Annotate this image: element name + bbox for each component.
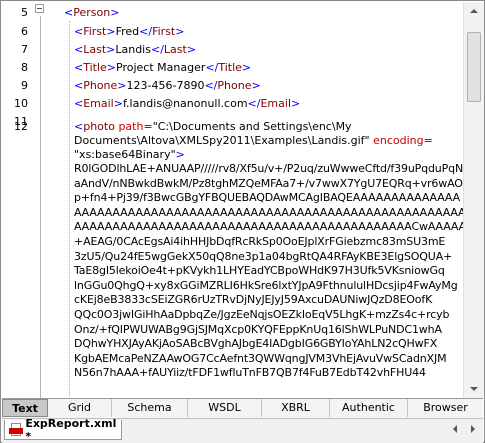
line-number: 7	[21, 43, 28, 56]
attribute-value: Documents\Altova\XMLSpy2011\Examples\Lan…	[74, 134, 370, 147]
fold-margin	[34, 2, 48, 398]
person-open-tag-line: <Person>	[64, 6, 119, 19]
vertical-scrollbar[interactable]	[463, 2, 484, 398]
element-name: First	[83, 25, 107, 38]
scrollbar-thumb[interactable]	[467, 32, 481, 102]
bracket: >	[175, 148, 185, 161]
element-name: Title	[218, 61, 242, 74]
line-number-gutter: 5 6 7 8 9 10 11 12	[2, 2, 34, 398]
arrow-left-icon	[453, 425, 457, 433]
element-name: Phone	[217, 79, 252, 92]
email-element-line: <Email>f.landis@nanonull.com</Email>	[74, 97, 301, 110]
line-number: 9	[21, 79, 28, 92]
tab-schema[interactable]: Schema	[112, 399, 188, 417]
next-tab-button[interactable]	[467, 423, 479, 435]
base64-line: Onz/+fQIPWUWABg9GjSJMqXcp0KYQFEppKnUq16l…	[74, 322, 442, 336]
phone-element-line: <Phone>123-456-7890</Phone>	[74, 79, 261, 92]
element-name: Email	[83, 97, 114, 110]
bracket: <	[64, 6, 74, 19]
arrow-down-icon	[470, 387, 478, 391]
element-name: Email	[260, 97, 292, 110]
tab-navigation	[449, 423, 479, 435]
attribute-value: "xs:base64Binary"	[74, 148, 176, 161]
element-name: Person	[73, 6, 111, 19]
tab-wsdl[interactable]: WSDL	[188, 399, 262, 417]
scroll-down-button[interactable]	[466, 382, 482, 396]
line-number: 6	[21, 25, 28, 38]
element-name: Last	[83, 43, 107, 56]
base64-line: AAAAAAAAAAAAAAAAAAAAAAAAAAAAAAAAAAAAAAAA…	[74, 220, 463, 234]
bracket: >	[110, 6, 120, 19]
indent-guide	[69, 21, 70, 398]
attribute-name: encoding	[373, 134, 424, 147]
element-name: Title	[83, 61, 107, 74]
element-name: Phone	[83, 79, 118, 92]
file-tab[interactable]: ExpReport.xml *	[4, 416, 122, 443]
line-number: 12	[14, 120, 28, 133]
code-area[interactable]: <Person> <First>Fred</First> <Last>Landi…	[64, 2, 463, 398]
tab-browser[interactable]: Browser	[408, 399, 483, 417]
last-element-line: <Last>Landis</Last>	[74, 43, 197, 56]
fold-guide-line	[40, 16, 41, 398]
base64-line: N56n7hAAA+fAUYiiz/tFDF1wfluTnFB7QB7f4FuB…	[74, 366, 426, 380]
previous-tab-button[interactable]	[449, 423, 461, 435]
element-value: Fred	[115, 25, 140, 38]
base64-line: TaE8gI5lekoiOe4t+pKVykh1LHYEadYCBpoWHdK9…	[74, 264, 445, 278]
photo-element-line-cont: "xs:base64Binary">	[74, 148, 185, 161]
element-value: 123-456-7890	[126, 79, 205, 92]
attribute-value: "C:\Documents and Settings\enc\My	[152, 120, 352, 133]
tab-xbrl[interactable]: XBRL	[262, 399, 330, 417]
base64-line: DQhwYHXJAyAKjAoSABcBVghAJbgE4IADgbIG6GBY…	[74, 337, 438, 351]
view-tab-bar: Text Grid Schema WSDL XBRL Authentic Bro…	[2, 398, 483, 418]
base64-line: 3zU5/Qu24fE5wgGekX50qQ8ne3p1a04bgRtQA4RF…	[74, 249, 453, 263]
text-view-editor[interactable]: 5 6 7 8 9 10 11 12 <Person> <First>Fred<…	[2, 2, 463, 398]
xml-file-icon	[9, 422, 23, 437]
base64-line: aAndV/nNBwkdBwkM/Pz8tghMZQeMFAa7+/v7wwX7…	[74, 176, 463, 190]
element-value: f.landis@nanonull.com	[122, 97, 248, 110]
photo-element-line-cont: Documents\Altova\XMLSpy2011\Examples\Lan…	[74, 134, 433, 147]
scroll-up-button[interactable]	[466, 4, 482, 18]
element-value: Landis	[115, 43, 151, 56]
first-element-line: <First>Fred</First>	[74, 25, 185, 38]
base64-line: +AEAG/0CAcEgsAi4ihHHJbDqfRcRkSp0OoEJplXr…	[74, 235, 446, 248]
base64-line: KgbAEMcaPeNZAAwOG7CcAefnt3QWWqngJVM3VhEj…	[74, 351, 447, 365]
line-number: 5	[21, 6, 28, 19]
base64-line: QQc0O3jwIGiHhAaDpbqZe/JgzEeNqjsOEZkIoEqV…	[74, 308, 450, 321]
collapse-icon[interactable]	[35, 4, 44, 13]
tab-authentic[interactable]: Authentic	[330, 399, 408, 417]
base64-line: R0lGODlhLAE+ANUAAP/////rv8/Xf5u/v+/P2uq/…	[74, 162, 463, 175]
element-value: Project Manager	[116, 61, 206, 74]
arrow-up-icon	[470, 9, 478, 13]
line-number: 10	[14, 97, 28, 110]
element-name: photo	[83, 120, 115, 133]
arrow-right-icon	[471, 425, 475, 433]
tab-text[interactable]: Text	[2, 399, 48, 417]
file-tab-bar: ExpReport.xml *	[2, 416, 483, 443]
attribute-name: path	[118, 120, 144, 133]
base64-line: p+fn4+Pj39/f3BwcGBgYFBQUEBAQDAwMCAgIBAQE…	[74, 191, 460, 205]
file-tab-label: ExpReport.xml *	[25, 416, 117, 443]
base64-line: cKEj8eB3833cSEiZGR6rUzTRvDjNyJEJyJ59Axcu…	[74, 293, 433, 307]
title-element-line: <Title>Project Manager</Title>	[74, 61, 252, 74]
xmlspy-document-window: 5 6 7 8 9 10 11 12 <Person> <First>Fred<…	[0, 0, 485, 443]
base64-line: AAAAAAAAAAAAAAAAAAAAAAAAAAAAAAAAAAAAAAAA…	[74, 205, 463, 219]
tab-grid[interactable]: Grid	[48, 399, 112, 417]
element-name: Last	[163, 43, 187, 56]
element-name: First	[152, 25, 176, 38]
base64-line: lnGGu0QhgQ+xy8xGGiMZRLI6HkSre6lxtYJpA9Ft…	[74, 278, 458, 292]
photo-element-line: <photo path="C:\Documents and Settings\e…	[74, 120, 352, 133]
line-number: 8	[21, 61, 28, 74]
